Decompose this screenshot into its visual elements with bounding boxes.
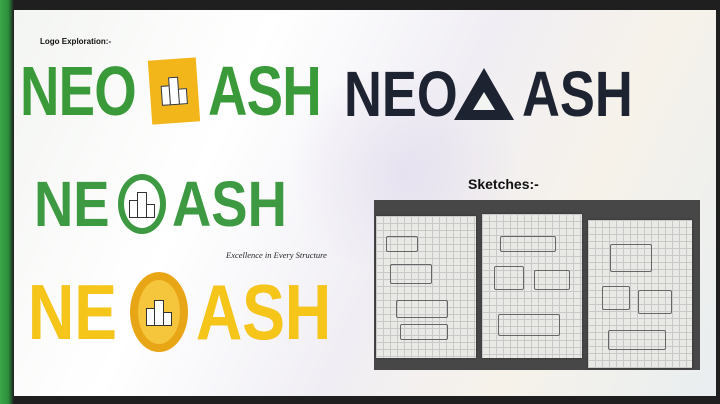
logo-variant-navy: NEO ASH bbox=[344, 58, 633, 130]
building-icon bbox=[146, 298, 172, 326]
sketch-paper bbox=[376, 216, 476, 358]
slide-heading: Logo Exploration:- bbox=[40, 37, 112, 46]
logo-variant-green-ring: NE ASH bbox=[34, 172, 304, 236]
sketches-photo bbox=[374, 200, 700, 370]
logo-text-neo: NEO bbox=[20, 52, 137, 130]
logo-text-ash: ASH bbox=[196, 268, 332, 356]
sketches-label: Sketches:- bbox=[468, 176, 539, 192]
logo-badge bbox=[147, 57, 201, 125]
screen-bezel bbox=[0, 0, 14, 404]
logo-tagline: Excellence in Every Structure bbox=[226, 250, 327, 260]
logo-variant-green-yellow: NEO ASH bbox=[20, 56, 336, 126]
monitor-screen: Logo Exploration:- NEO ASH NEO ASH NE AS… bbox=[0, 0, 720, 404]
logo-text-neo: NEO bbox=[344, 58, 458, 130]
building-icon bbox=[160, 76, 188, 106]
sketch-paper bbox=[482, 214, 582, 358]
building-icon bbox=[129, 190, 155, 218]
logo-variant-yellow: NE ASH bbox=[28, 272, 346, 352]
logo-text-ash: ASH bbox=[208, 52, 322, 130]
logo-text-ne: NE bbox=[28, 268, 117, 356]
logo-text-ash: ASH bbox=[172, 168, 287, 240]
logo-ring bbox=[130, 272, 188, 352]
triangle-a-mark bbox=[454, 68, 514, 120]
logo-text-ash: ASH bbox=[522, 58, 633, 130]
sketch-paper bbox=[588, 220, 692, 368]
logo-text-ne: NE bbox=[34, 168, 110, 240]
logo-ring bbox=[118, 174, 166, 234]
